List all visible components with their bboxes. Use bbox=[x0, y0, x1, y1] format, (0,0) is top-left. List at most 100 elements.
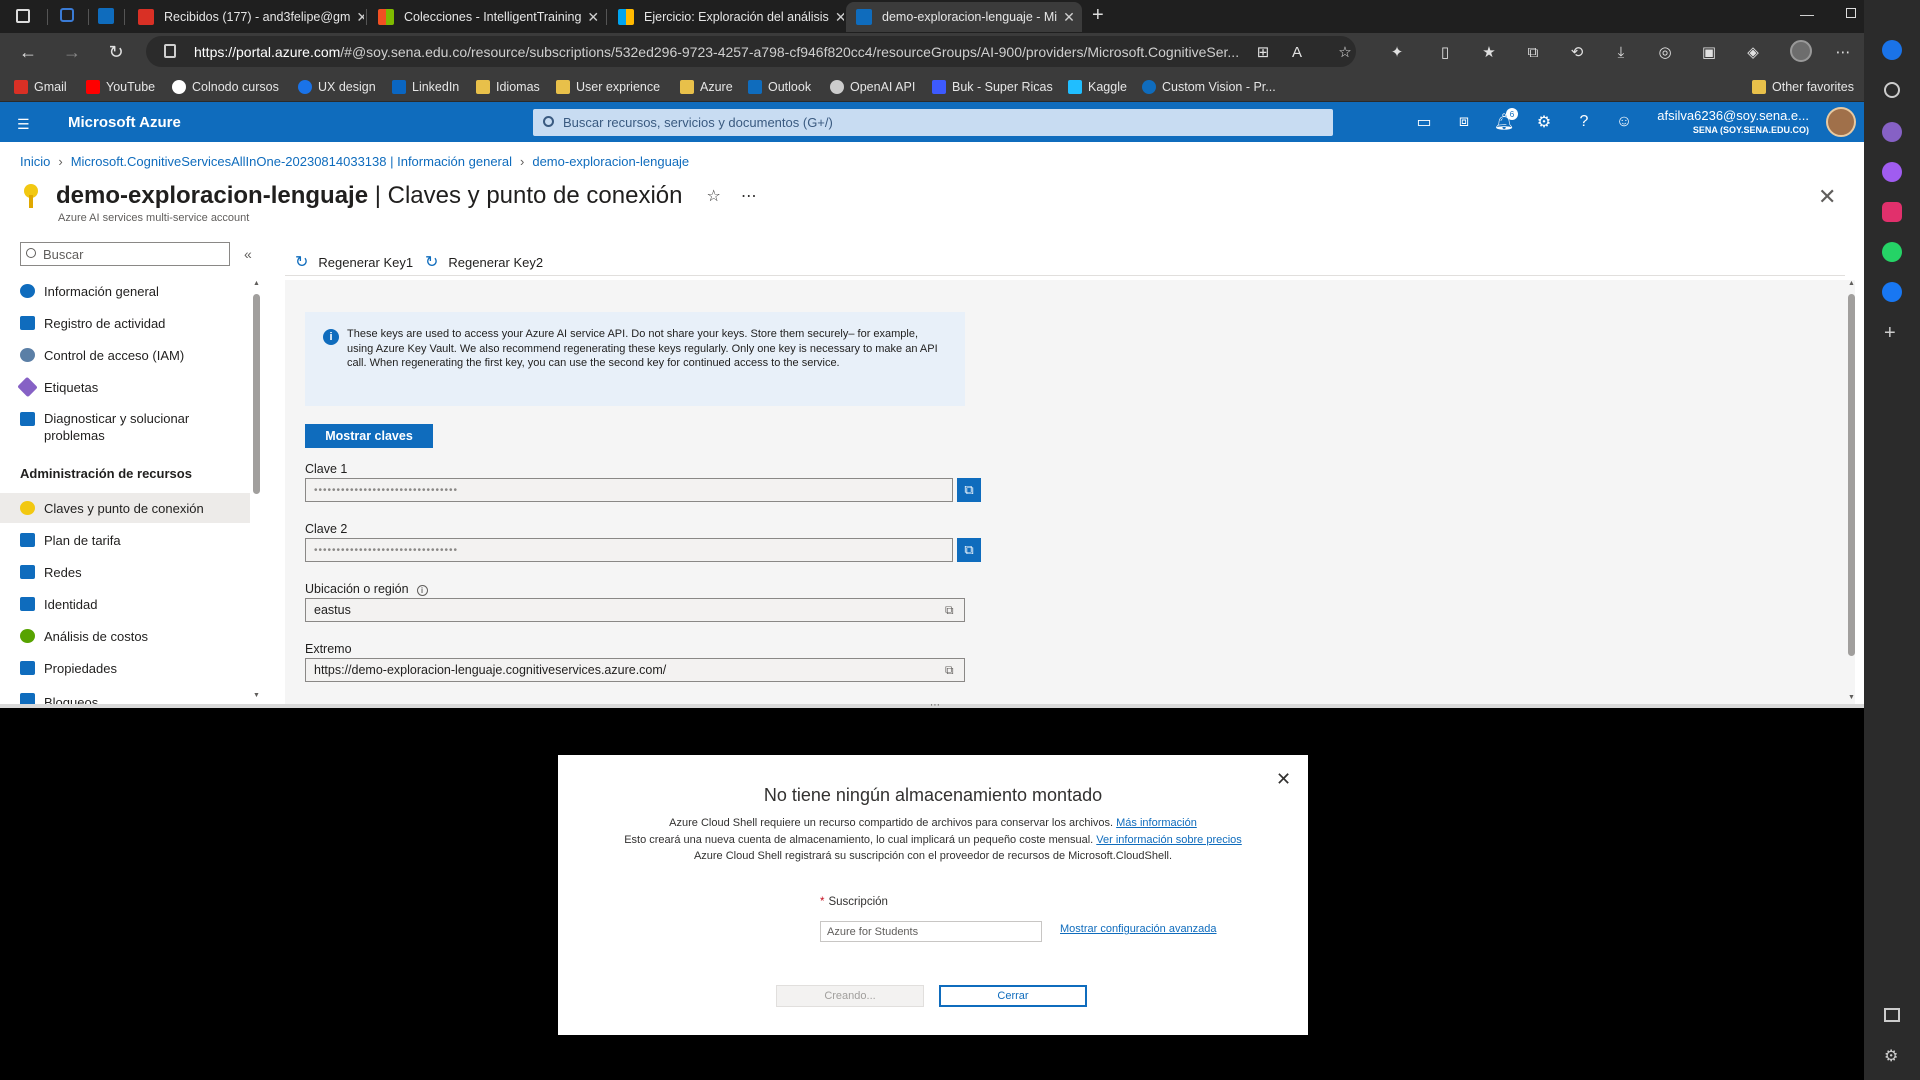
sidebar-item-registro-actividad[interactable]: Registro de actividad bbox=[0, 308, 250, 338]
sidebar-item-control-acceso[interactable]: Control de acceso (IAM) bbox=[0, 340, 250, 370]
more-options-icon[interactable]: ⋯ bbox=[741, 186, 757, 206]
favorite-star-icon[interactable]: ☆ bbox=[1334, 41, 1356, 63]
bookmark-custom-vision[interactable]: Custom Vision - Pr... bbox=[1142, 78, 1276, 96]
settings-icon[interactable]: ⚙ bbox=[1534, 112, 1554, 132]
shopping-icon[interactable] bbox=[1882, 122, 1902, 142]
cloud-shell-icon[interactable]: ▭ bbox=[1414, 112, 1434, 132]
regenerate-key1-button[interactable]: ↻ Regenerar Key1 bbox=[295, 252, 413, 272]
close-tab-icon[interactable]: ✕ bbox=[581, 9, 599, 26]
refresh-icon[interactable]: ↻ bbox=[102, 38, 130, 66]
bookmark-ux-design[interactable]: UX design bbox=[298, 78, 376, 96]
restore-button[interactable] bbox=[1846, 8, 1856, 18]
bookmark-openai[interactable]: OpenAI API bbox=[830, 78, 915, 96]
instagram-icon[interactable] bbox=[1882, 202, 1902, 222]
help-icon[interactable]: ? bbox=[1574, 112, 1594, 132]
endpoint-field[interactable]: https://demo-exploracion-lenguaje.cognit… bbox=[305, 658, 965, 682]
window-menu-icon[interactable] bbox=[16, 9, 30, 23]
breadcrumb-parent[interactable]: Microsoft.CognitiveServicesAllInOne-2023… bbox=[71, 154, 512, 169]
tab-gmail[interactable]: Recibidos (177) - and3felipe@gm ✕ bbox=[128, 2, 364, 32]
bookmark-azure[interactable]: Azure bbox=[680, 78, 733, 96]
back-icon[interactable]: ← bbox=[14, 38, 42, 66]
bing-icon[interactable] bbox=[1882, 40, 1902, 60]
collapse-sidebar-icon[interactable]: « bbox=[244, 246, 252, 262]
breadcrumb-current[interactable]: demo-exploracion-lenguaje bbox=[532, 154, 689, 169]
azure-search-input[interactable]: Buscar recursos, servicios y documentos … bbox=[533, 109, 1333, 136]
show-keys-button[interactable]: Mostrar claves bbox=[305, 424, 433, 448]
bookmark-kaggle[interactable]: Kaggle bbox=[1068, 78, 1127, 96]
tab-colecciones[interactable]: Colecciones - IntelligentTraining ✕ bbox=[368, 2, 604, 32]
account-info[interactable]: afsilva6236@soy.sena.e... SENA (SOY.SENA… bbox=[1657, 108, 1809, 135]
sidebar-item-plan-tarifa[interactable]: Plan de tarifa bbox=[0, 525, 250, 555]
bookmark-colnodo[interactable]: Colnodo cursos bbox=[172, 78, 279, 96]
sidebar-item-informacion-general[interactable]: Información general bbox=[0, 276, 250, 306]
azure-brand[interactable]: Microsoft Azure bbox=[68, 114, 181, 131]
sidebar-scrollbar[interactable]: ▲ ▼ bbox=[252, 280, 261, 699]
bookmark-other-favorites[interactable]: Other favorites bbox=[1752, 78, 1854, 96]
tab-search-icon[interactable] bbox=[60, 8, 74, 22]
profile-avatar[interactable] bbox=[1790, 40, 1812, 62]
sidebar-item-redes[interactable]: Redes bbox=[0, 557, 250, 587]
tab-demo-exploracion[interactable]: demo-exploracion-lenguaje - Mi ✕ bbox=[846, 2, 1082, 32]
read-aloud-icon[interactable]: A bbox=[1286, 41, 1308, 63]
extensions-icon[interactable]: ✦ bbox=[1386, 41, 1408, 63]
close-tab-icon[interactable]: ✕ bbox=[1057, 9, 1075, 26]
favorite-star-icon[interactable]: ☆ bbox=[707, 186, 721, 206]
more-info-link[interactable]: Más información bbox=[1116, 817, 1197, 829]
tab-ejercicio[interactable]: Ejercicio: Exploración del análisis ✕ bbox=[608, 2, 844, 32]
new-tab-button[interactable]: + bbox=[1092, 4, 1104, 27]
close-tab-icon[interactable]: ✕ bbox=[350, 9, 364, 26]
pricing-link[interactable]: Ver información sobre precios bbox=[1096, 834, 1242, 846]
more-icon[interactable]: ⋯ bbox=[1832, 41, 1854, 63]
whatsapp-icon[interactable] bbox=[1882, 242, 1902, 262]
sidebar-toggle-icon[interactable] bbox=[1884, 1008, 1900, 1022]
performance-icon[interactable]: ◎ bbox=[1654, 41, 1676, 63]
sidebar-item-etiquetas[interactable]: Etiquetas bbox=[0, 372, 250, 402]
bookmark-youtube[interactable]: YouTube bbox=[86, 78, 155, 96]
facebook-icon[interactable] bbox=[1882, 282, 1902, 302]
bookmark-user-exprience[interactable]: User exprience bbox=[556, 78, 660, 96]
sidebar-item-propiedades[interactable]: Propiedades bbox=[0, 653, 250, 683]
region-field[interactable]: eastus bbox=[305, 598, 965, 622]
key1-field[interactable]: •••••••••••••••••••••••••••••••• bbox=[305, 478, 953, 502]
split-screen-icon[interactable]: ▯ bbox=[1434, 41, 1456, 63]
copy-key1-button[interactable]: ⧉ bbox=[957, 478, 981, 502]
history-icon[interactable]: ⟲ bbox=[1566, 41, 1588, 63]
content-scrollbar[interactable]: ▲ ▼ bbox=[1847, 280, 1856, 705]
regenerate-key2-button[interactable]: ↻ Regenerar Key2 bbox=[425, 252, 543, 272]
bookmark-linkedin[interactable]: LinkedIn bbox=[392, 78, 459, 96]
sidebar-item-claves[interactable]: Claves y punto de conexión bbox=[0, 493, 250, 523]
favorites-icon[interactable]: ★ bbox=[1478, 41, 1500, 63]
copy-key2-button[interactable]: ⧉ bbox=[957, 538, 981, 562]
breadcrumb-home[interactable]: Inicio bbox=[20, 154, 50, 169]
copy-icon[interactable]: ⧉ bbox=[945, 603, 954, 618]
url-input[interactable]: https://portal.azure.com/#@soy.sena.edu.… bbox=[146, 36, 1356, 67]
sidebar-item-bloqueos[interactable]: Bloqueos bbox=[0, 685, 250, 705]
messenger-icon[interactable] bbox=[1882, 162, 1902, 182]
close-icon[interactable]: ✕ bbox=[1276, 769, 1291, 790]
app-available-icon[interactable]: ⊞ bbox=[1252, 41, 1274, 63]
bookmark-idiomas[interactable]: Idiomas bbox=[476, 78, 540, 96]
close-icon[interactable]: ✕ bbox=[1818, 184, 1836, 210]
outlook-tab-icon[interactable] bbox=[98, 8, 114, 24]
sidebar-item-diagnosticar[interactable]: Diagnosticar y solucionar problemas bbox=[0, 404, 250, 448]
bookmark-gmail[interactable]: Gmail bbox=[14, 78, 67, 96]
directory-filter-icon[interactable]: ⧈ bbox=[1454, 112, 1474, 132]
close-button[interactable]: Cerrar bbox=[939, 985, 1087, 1007]
add-icon[interactable]: + bbox=[1884, 322, 1896, 345]
bookmark-buk[interactable]: Buk - Super Ricas bbox=[932, 78, 1053, 96]
copilot-icon[interactable]: ◈ bbox=[1742, 41, 1764, 63]
feedback-icon[interactable]: ☺ bbox=[1614, 112, 1634, 132]
subscription-select[interactable]: Azure for Students bbox=[820, 921, 1042, 942]
advanced-settings-link[interactable]: Mostrar configuración avanzada bbox=[1060, 923, 1217, 935]
info-icon[interactable]: i bbox=[416, 585, 428, 596]
key2-field[interactable]: •••••••••••••••••••••••••••••••• bbox=[305, 538, 953, 562]
screenshot-icon[interactable]: ▣ bbox=[1698, 41, 1720, 63]
collections-icon[interactable]: ⧉ bbox=[1522, 41, 1544, 63]
downloads-icon[interactable]: ⤓ bbox=[1610, 41, 1632, 63]
search-icon[interactable] bbox=[1884, 82, 1900, 98]
settings-icon[interactable]: ⚙ bbox=[1884, 1046, 1898, 1066]
bookmark-outlook[interactable]: Outlook bbox=[748, 78, 811, 96]
minimize-button[interactable]: — bbox=[1800, 6, 1814, 22]
close-tab-icon[interactable]: ✕ bbox=[829, 9, 844, 26]
avatar[interactable] bbox=[1826, 107, 1856, 137]
